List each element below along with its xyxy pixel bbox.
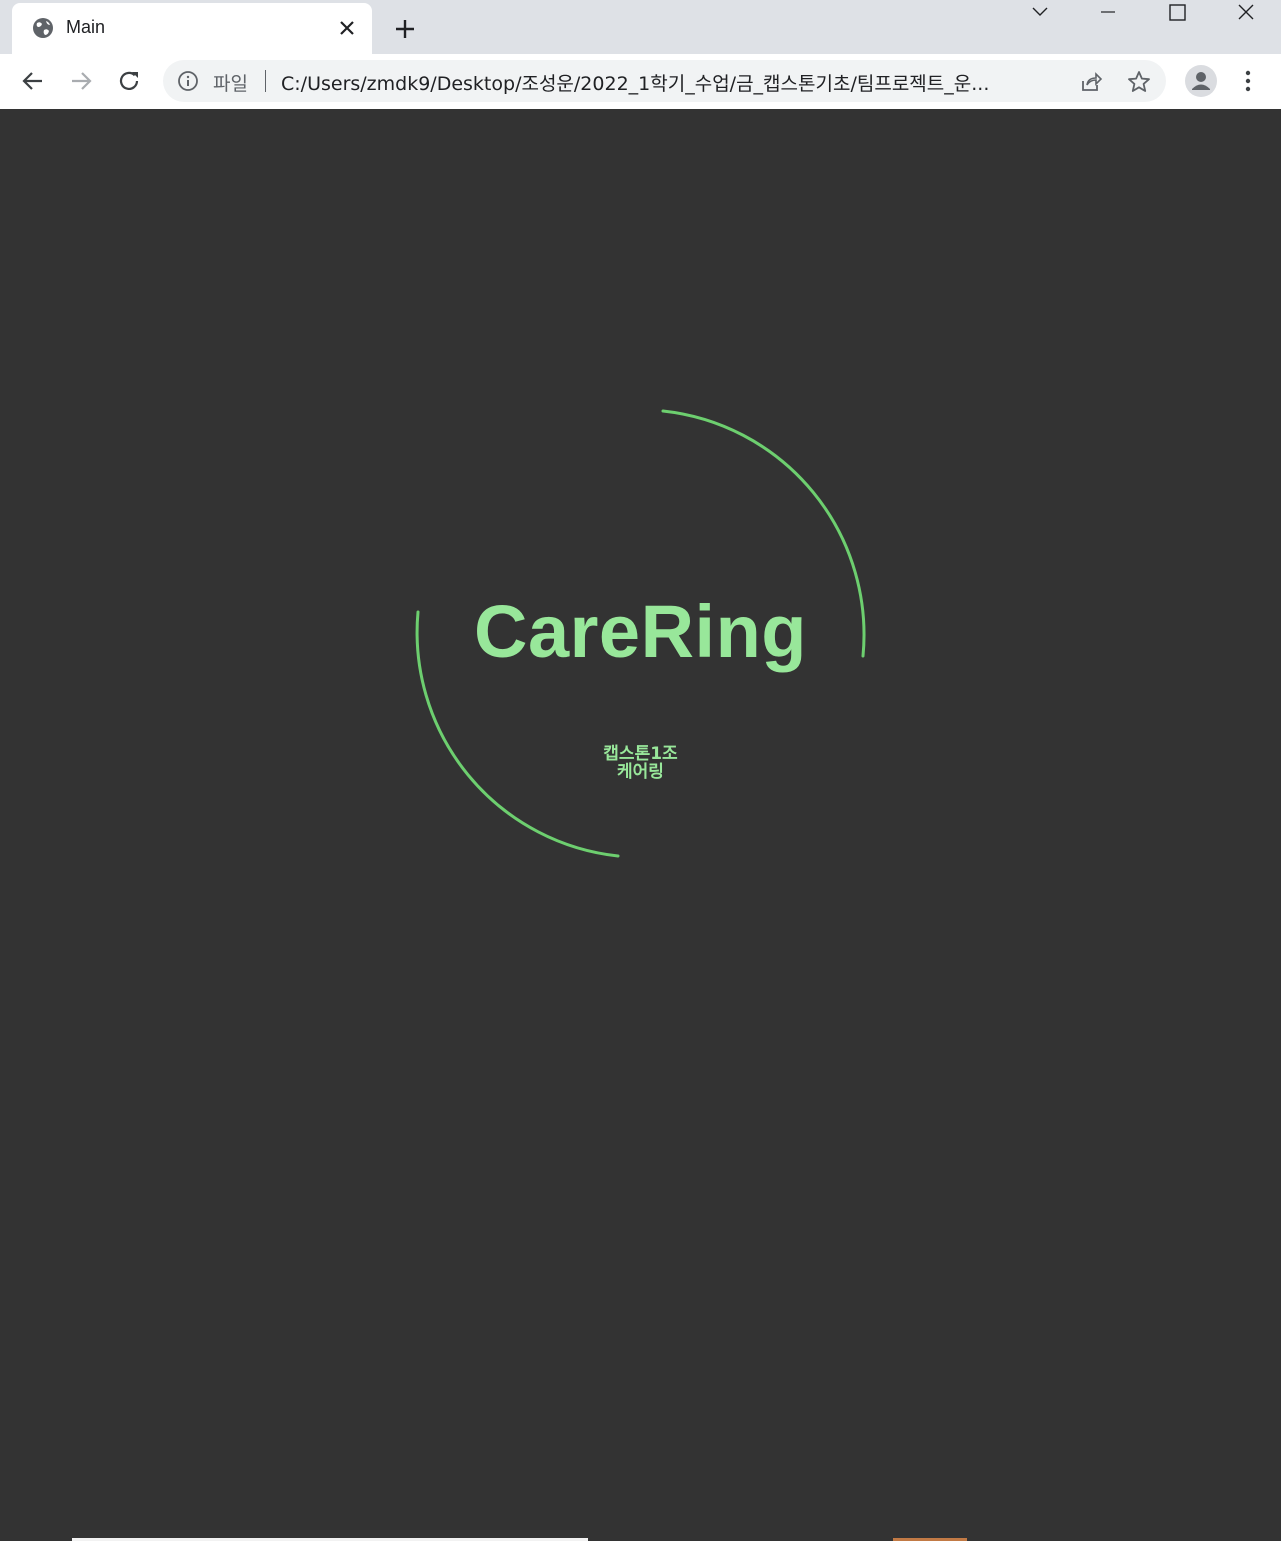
new-tab-icon[interactable] bbox=[392, 16, 418, 42]
address-bar[interactable]: 파일 C:/Users/zmdk9/Desktop/조성운/2022_1학기_수… bbox=[163, 60, 1166, 102]
team-subtitle: 캡스톤1조 케어링 bbox=[0, 745, 1281, 781]
info-icon[interactable] bbox=[177, 70, 199, 92]
reload-icon[interactable] bbox=[114, 66, 144, 96]
toolbar: 파일 C:/Users/zmdk9/Desktop/조성운/2022_1학기_수… bbox=[0, 54, 1281, 108]
forward-arrow-icon[interactable] bbox=[66, 66, 96, 96]
tab-strip: Main bbox=[0, 0, 1281, 54]
tab-title: Main bbox=[66, 17, 106, 37]
menu-more-icon[interactable] bbox=[1236, 66, 1260, 96]
tab-search-icon[interactable] bbox=[1017, 0, 1063, 26]
tab-main[interactable]: Main bbox=[12, 3, 372, 54]
minimize-icon[interactable] bbox=[1085, 0, 1131, 26]
url-separator bbox=[265, 70, 266, 92]
back-arrow-icon[interactable] bbox=[18, 66, 48, 96]
brand-title: CareRing bbox=[474, 590, 807, 673]
bookmark-star-icon[interactable] bbox=[1126, 69, 1152, 95]
share-icon[interactable] bbox=[1077, 69, 1103, 95]
maximize-icon[interactable] bbox=[1154, 0, 1200, 26]
browser-chrome: Main 파일 C:/Users/zmdk9/Desktop/조성운/2022_… bbox=[0, 0, 1281, 109]
profile-avatar-icon[interactable] bbox=[1184, 64, 1218, 98]
page-viewport: CareRing 캡스톤1조 케어링 bbox=[0, 109, 1281, 1541]
url-scheme-label: 파일 bbox=[213, 73, 248, 95]
close-tab-icon[interactable] bbox=[336, 17, 358, 39]
url-text[interactable]: C:/Users/zmdk9/Desktop/조성운/2022_1학기_수업/금… bbox=[281, 69, 1061, 96]
window-close-icon[interactable] bbox=[1223, 0, 1269, 26]
globe-icon bbox=[33, 18, 53, 38]
subtitle-line-2: 케어링 bbox=[617, 762, 664, 782]
subtitle-line-1: 캡스톤1조 bbox=[603, 744, 678, 764]
